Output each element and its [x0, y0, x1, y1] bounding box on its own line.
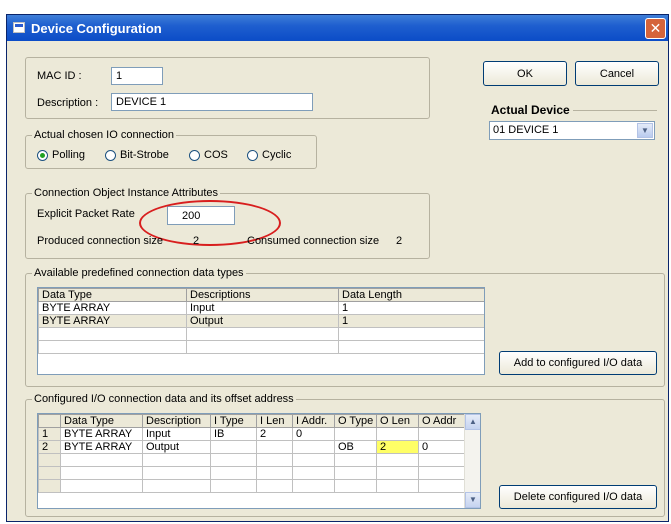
table-row[interactable]	[38, 327, 484, 341]
radio-cyclic-icon[interactable]	[247, 149, 258, 161]
table-cell: 1	[338, 314, 484, 328]
row-number: 1	[38, 427, 61, 441]
table-cell[interactable]: 0	[418, 440, 465, 454]
table-cell[interactable]: BYTE ARRAY	[60, 440, 143, 454]
available-types-legend: Available predefined connection data typ…	[34, 267, 244, 279]
table-row[interactable]: BYTE ARRAY Output 1	[38, 314, 484, 328]
produced-size-value: 2	[193, 235, 200, 247]
available-header-row: Data Type Descriptions Data Length	[38, 288, 484, 302]
scroll-up-icon[interactable]: ▲	[465, 414, 480, 430]
column-header[interactable]: O Type	[334, 414, 377, 428]
radio-cos-icon[interactable]	[189, 149, 200, 161]
column-header[interactable]: I Type	[210, 414, 257, 428]
radio-bit-strobe-icon[interactable]	[105, 149, 116, 161]
table-cell[interactable]: Output	[142, 440, 211, 454]
ok-button[interactable]: OK	[483, 61, 567, 86]
actual-device-select[interactable]: 01 DEVICE 1 ▼	[489, 121, 655, 140]
scroll-down-icon[interactable]: ▼	[465, 492, 480, 508]
column-header[interactable]: Data Type	[60, 414, 143, 428]
table-cell: Output	[186, 314, 339, 328]
column-header[interactable]: O Addr	[418, 414, 465, 428]
configured-io-legend: Configured I/O connection data and its o…	[34, 393, 294, 405]
window-title: Device Configuration	[31, 21, 162, 36]
radio-cyclic-label: Cyclic	[262, 149, 292, 161]
actual-device-divider	[573, 110, 657, 111]
mac-id-label: MAC ID :	[37, 70, 82, 82]
available-types-list[interactable]: Data Type Descriptions Data Length BYTE …	[37, 287, 485, 375]
radio-bit-strobe[interactable]: Bit-Strobe	[105, 149, 169, 161]
table-cell[interactable]	[376, 427, 419, 441]
radio-bit-strobe-label: Bit-Strobe	[120, 149, 169, 161]
chevron-down-icon[interactable]: ▼	[637, 123, 653, 138]
table-row[interactable]	[38, 340, 484, 354]
table-cell[interactable]: IB	[210, 427, 257, 441]
table-cell[interactable]	[418, 427, 465, 441]
device-configuration-window: Device Configuration ✕ MAC ID : Descript…	[6, 14, 669, 522]
mac-id-input[interactable]	[111, 67, 163, 85]
configured-header-row: Data Type Description I Type I Len I Add…	[38, 414, 465, 428]
table-cell[interactable]: Input	[142, 427, 211, 441]
column-header[interactable]: Data Length	[338, 288, 484, 302]
table-cell-highlighted[interactable]: 2	[376, 440, 419, 454]
delete-configured-button[interactable]: Delete configured I/O data	[499, 485, 657, 509]
table-cell: BYTE ARRAY	[38, 314, 187, 328]
table-row[interactable]: BYTE ARRAY Input 1	[38, 301, 484, 315]
table-row[interactable]	[38, 453, 465, 467]
radio-cos[interactable]: COS	[189, 149, 228, 161]
table-cell[interactable]: 2	[256, 427, 293, 441]
table-cell[interactable]: 0	[292, 427, 335, 441]
table-cell[interactable]	[210, 440, 257, 454]
radio-polling-icon[interactable]	[37, 149, 48, 161]
table-cell[interactable]: OB	[334, 440, 377, 454]
table-cell[interactable]: BYTE ARRAY	[60, 427, 143, 441]
actual-device-value: 01 DEVICE 1	[493, 124, 559, 136]
description-label: Description :	[37, 97, 99, 109]
column-header[interactable]: Description	[142, 414, 211, 428]
radio-cyclic[interactable]: Cyclic	[247, 149, 291, 161]
io-connection-legend: Actual chosen IO connection	[34, 129, 175, 141]
table-row[interactable]: 1 BYTE ARRAY Input IB 2 0	[38, 427, 465, 441]
configured-io-list[interactable]: Data Type Description I Type I Len I Add…	[37, 413, 481, 509]
available-types-table: Data Type Descriptions Data Length BYTE …	[38, 288, 484, 354]
radio-polling-label: Polling	[52, 149, 86, 161]
radio-polling[interactable]: Polling	[37, 149, 85, 161]
description-input[interactable]	[111, 93, 313, 111]
row-number: 2	[38, 440, 61, 454]
column-header[interactable]: O Len	[376, 414, 419, 428]
close-button[interactable]: ✕	[645, 18, 666, 39]
title-bar[interactable]: Device Configuration ✕	[7, 15, 668, 41]
table-row[interactable]: 2 BYTE ARRAY Output OB 2 0	[38, 440, 465, 454]
table-cell: 1	[338, 301, 484, 315]
configured-io-table: Data Type Description I Type I Len I Add…	[38, 414, 465, 493]
column-header[interactable]: Descriptions	[186, 288, 339, 302]
table-row[interactable]	[38, 466, 465, 480]
window-icon	[13, 22, 25, 33]
consumed-size-label: Consumed connection size	[247, 235, 380, 247]
actual-device-label: Actual Device	[491, 103, 570, 117]
add-configured-button[interactable]: Add to configured I/O data	[499, 351, 657, 375]
explicit-packet-rate-label: Explicit Packet Rate	[37, 208, 135, 220]
table-cell[interactable]	[292, 440, 335, 454]
table-cell[interactable]	[334, 427, 377, 441]
attributes-legend: Connection Object Instance Attributes	[34, 187, 219, 199]
column-header[interactable]: I Addr.	[292, 414, 335, 428]
column-header[interactable]: I Len	[256, 414, 293, 428]
consumed-size-value: 2	[396, 235, 403, 247]
table-cell[interactable]	[256, 440, 293, 454]
radio-cos-label: COS	[204, 149, 228, 161]
cancel-button[interactable]: Cancel	[575, 61, 659, 86]
table-cell: BYTE ARRAY	[38, 301, 187, 315]
column-header[interactable]	[38, 414, 61, 428]
table-cell: Input	[186, 301, 339, 315]
column-header[interactable]: Data Type	[38, 288, 187, 302]
produced-size-label: Produced connection size	[37, 235, 163, 247]
configured-scrollbar[interactable]: ▲ ▼	[464, 414, 480, 508]
table-row[interactable]	[38, 479, 465, 493]
